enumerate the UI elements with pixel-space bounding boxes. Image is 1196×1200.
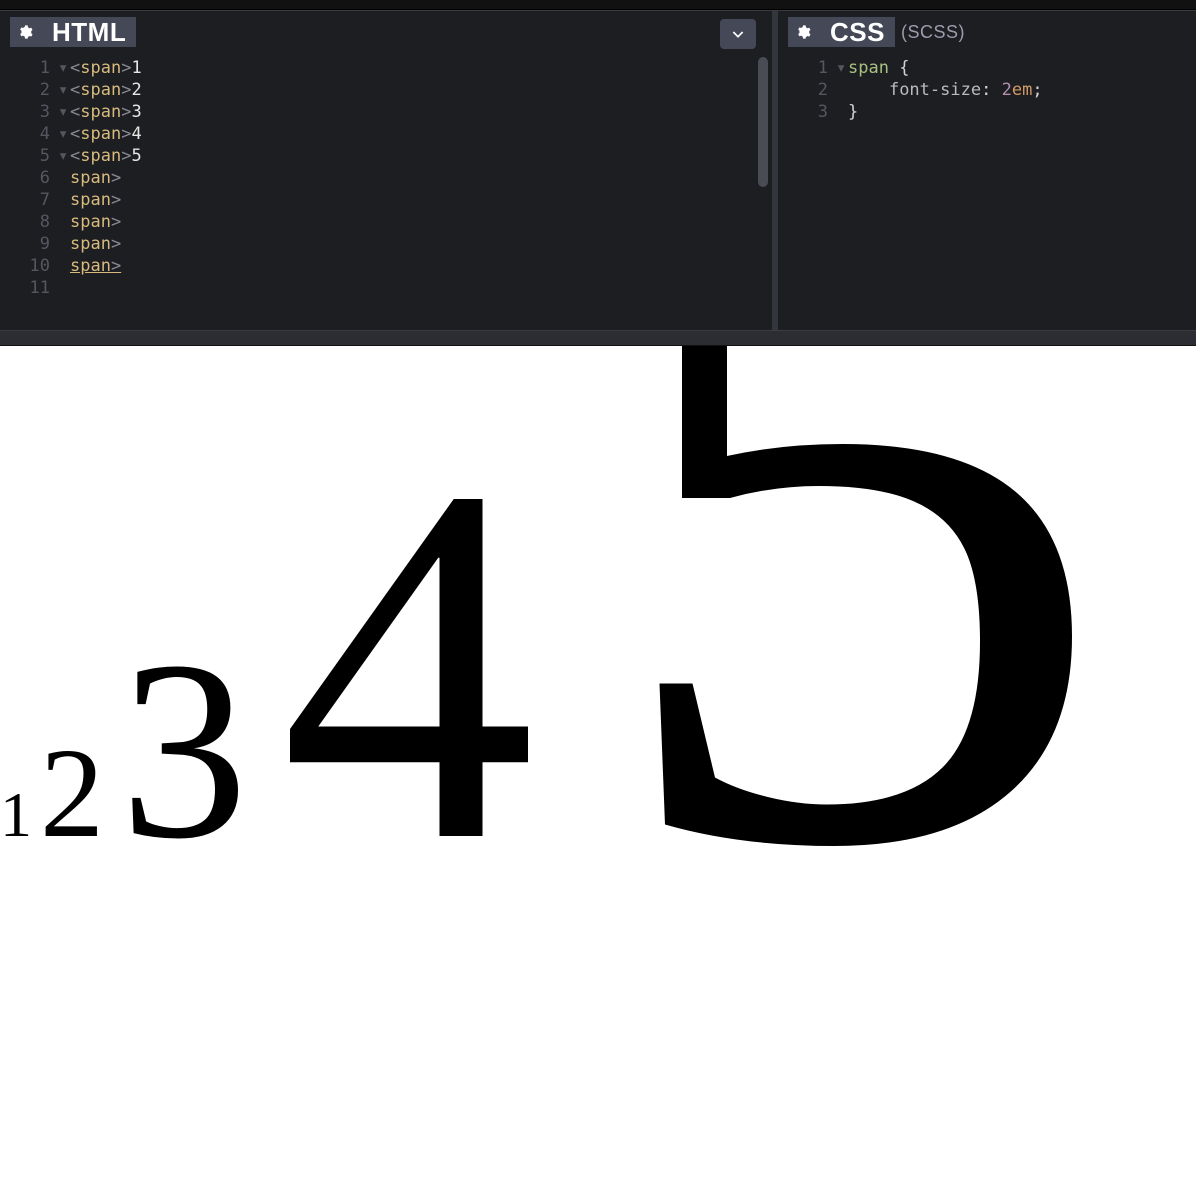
preview-span-3: 3 4 5	[120, 722, 1112, 864]
preview-text-4: 4	[280, 380, 536, 947]
preview-span-5: 5	[600, 380, 1112, 947]
preview-text-3: 3	[120, 609, 248, 892]
code-line[interactable]: 2 font-size: 2em;	[778, 79, 1196, 101]
fold-toggle-icon[interactable]: ▾	[58, 101, 70, 123]
fold-toggle-icon[interactable]: ▾	[58, 57, 70, 79]
code-line[interactable]: 1▾<span>1	[0, 57, 772, 79]
fold-toggle-icon[interactable]: ▾	[836, 57, 848, 79]
fold-toggle-icon	[58, 167, 70, 189]
line-number: 6	[0, 167, 58, 189]
preview-span-1: 1 2 3 4 5	[0, 807, 1112, 843]
code-content: span {	[848, 57, 1196, 79]
gear-icon[interactable]	[788, 17, 818, 47]
html-editor-panel: HTML 1▾<span>12▾<span>23▾<span>34▾<span>…	[0, 11, 778, 330]
fold-toggle-icon	[836, 101, 848, 123]
code-content: }	[848, 101, 1196, 123]
code-line[interactable]: 2▾<span>2	[0, 79, 772, 101]
code-content: span>	[70, 167, 772, 189]
preview-root: 1 2 3 4 5	[0, 346, 1112, 1080]
code-content: span>	[70, 233, 772, 255]
line-number: 7	[0, 189, 58, 211]
code-line[interactable]: 1▾span {	[778, 57, 1196, 79]
line-number: 3	[0, 101, 58, 123]
code-line[interactable]: 3 }	[778, 101, 1196, 123]
line-number: 5	[0, 145, 58, 167]
fold-toggle-icon[interactable]: ▾	[58, 123, 70, 145]
preview-text-5: 5	[600, 346, 1112, 1058]
fold-toggle-icon	[58, 211, 70, 233]
code-content: font-size: 2em;	[848, 79, 1196, 101]
code-line[interactable]: 11	[0, 277, 772, 299]
code-content: <span>5	[70, 145, 772, 167]
html-panel-title: HTML	[48, 17, 136, 47]
gear-icon[interactable]	[10, 17, 40, 47]
code-content: span>	[70, 211, 772, 233]
html-panel-collapse-button[interactable]	[720, 19, 756, 49]
editor-panels: HTML 1▾<span>12▾<span>23▾<span>34▾<span>…	[0, 10, 1196, 330]
line-number: 4	[0, 123, 58, 145]
line-number: 2	[778, 79, 836, 101]
editor-output-resizer[interactable]	[0, 330, 1196, 346]
code-content: span>	[70, 255, 772, 277]
fold-toggle-icon	[58, 277, 70, 299]
html-code-editor[interactable]: 1▾<span>12▾<span>23▾<span>34▾<span>45▾<s…	[0, 53, 772, 330]
code-line[interactable]: 8 span>	[0, 211, 772, 233]
code-content: <span>1	[70, 57, 772, 79]
code-line[interactable]: 4▾<span>4	[0, 123, 772, 145]
preview-span-4: 4 5	[280, 609, 1112, 892]
preview-text-1: 1	[0, 779, 32, 850]
code-line[interactable]: 9 span>	[0, 233, 772, 255]
window-top-strip	[0, 0, 1196, 10]
line-number: 1	[778, 57, 836, 79]
line-number: 8	[0, 211, 58, 233]
code-line[interactable]: 3▾<span>3	[0, 101, 772, 123]
preview-span-2: 2 3 4 5	[40, 779, 1112, 850]
html-editor-title-chip[interactable]: HTML	[10, 17, 136, 47]
output-preview: 1 2 3 4 5	[0, 346, 1196, 1200]
line-number: 3	[778, 101, 836, 123]
code-content: <span>4	[70, 123, 772, 145]
code-content: <span>2	[70, 79, 772, 101]
fold-toggle-icon	[58, 233, 70, 255]
code-content: span>	[70, 189, 772, 211]
code-line[interactable]: 6 span>	[0, 167, 772, 189]
css-editor-panel: CSS (SCSS) 1▾span {2 font-size: 2em;3 }	[778, 11, 1196, 330]
preview-text-2: 2	[40, 722, 104, 864]
css-editor-header: CSS (SCSS)	[778, 11, 1196, 53]
css-panel-subtitle: (SCSS)	[901, 22, 965, 43]
css-panel-title: CSS	[826, 17, 895, 47]
code-content	[70, 277, 772, 299]
code-line[interactable]: 7 span>	[0, 189, 772, 211]
fold-toggle-icon	[58, 255, 70, 277]
css-editor-title-chip[interactable]: CSS	[788, 17, 895, 47]
line-number: 2	[0, 79, 58, 101]
fold-toggle-icon	[58, 189, 70, 211]
fold-toggle-icon	[836, 79, 848, 101]
code-content: <span>3	[70, 101, 772, 123]
chevron-down-icon	[730, 26, 746, 42]
code-line[interactable]: 5▾<span>5	[0, 145, 772, 167]
line-number: 1	[0, 57, 58, 79]
line-number: 11	[0, 277, 58, 299]
fold-toggle-icon[interactable]: ▾	[58, 145, 70, 167]
line-number: 10	[0, 255, 58, 277]
line-number: 9	[0, 233, 58, 255]
html-editor-header: HTML	[0, 11, 772, 53]
css-code-editor[interactable]: 1▾span {2 font-size: 2em;3 }	[778, 53, 1196, 330]
code-line[interactable]: 10 span>	[0, 255, 772, 277]
fold-toggle-icon[interactable]: ▾	[58, 79, 70, 101]
